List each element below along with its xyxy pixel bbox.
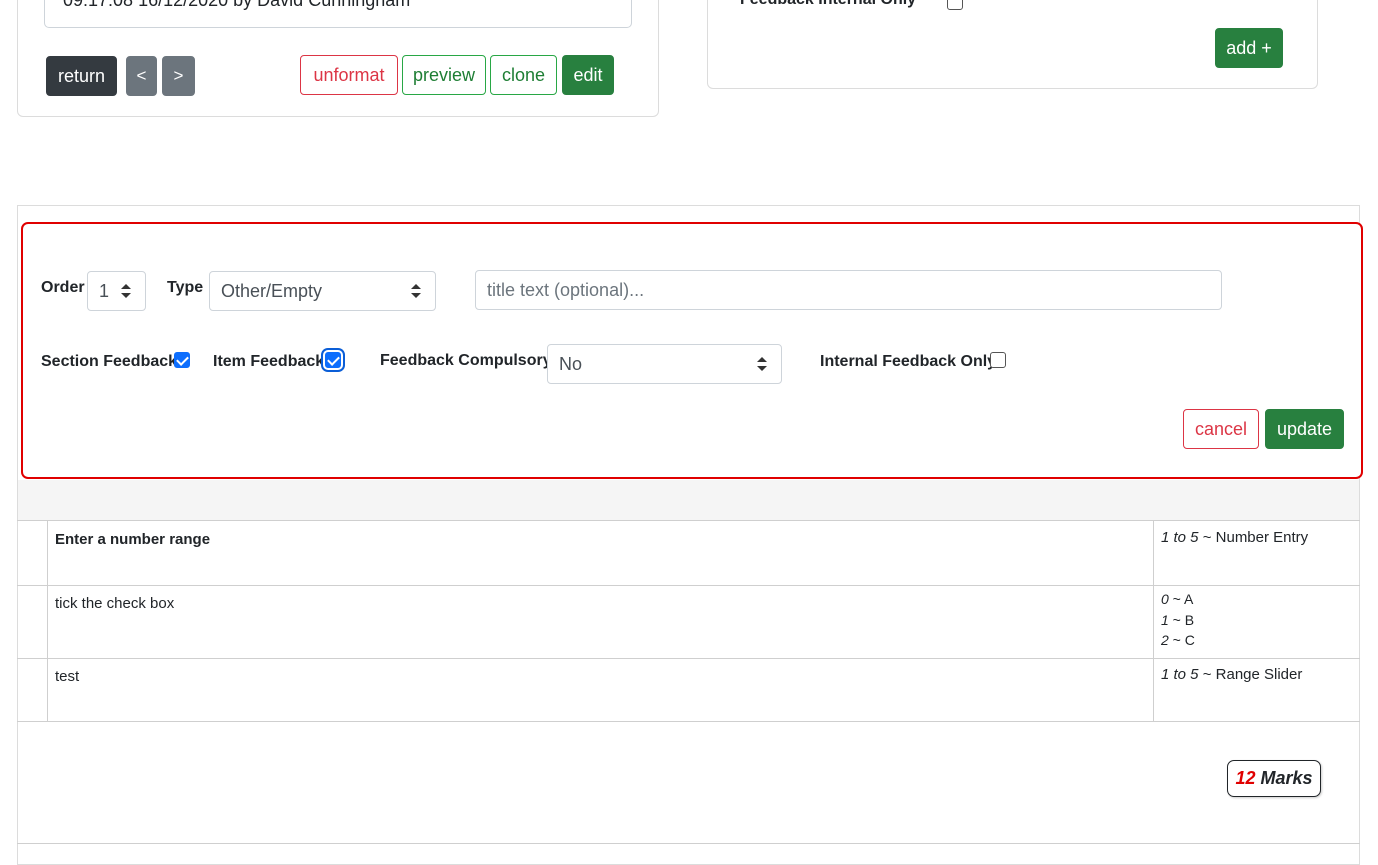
clone-button[interactable]: clone [490, 55, 557, 95]
option-value: 2 [1161, 632, 1169, 648]
item-feedback-label: Item Feedback [213, 353, 325, 370]
return-button[interactable]: return [46, 56, 117, 96]
table-column-divider [47, 520, 48, 722]
option-label: A [1183, 591, 1194, 607]
type-select-value: Other/Empty [221, 280, 323, 301]
option-label: C [1184, 632, 1195, 648]
marks-label: Marks [1260, 768, 1313, 788]
option-separator: ~ [1168, 632, 1185, 648]
order-select-value: 1 [99, 280, 110, 301]
option-line: 0 ~ A [1161, 589, 1195, 610]
section-feedback-checkbox[interactable] [174, 352, 190, 368]
internal-feedback-only-label: Internal Feedback Only [820, 353, 997, 370]
table-divider [17, 843, 1360, 844]
answer-separator: ~ [1198, 529, 1216, 546]
previous-button[interactable]: < [126, 56, 157, 96]
table-divider [17, 721, 1360, 722]
select-arrows-icon [411, 284, 421, 298]
edit-button[interactable]: edit [562, 55, 614, 95]
type-label: Type [167, 279, 204, 296]
answer-range: 1 to 5 [1161, 529, 1199, 546]
add-button[interactable]: add + [1215, 28, 1283, 68]
answer-range: 1 to 5 [1161, 666, 1199, 683]
option-line: 1 ~ B [1161, 610, 1195, 631]
option-value: 0 [1161, 591, 1169, 607]
item-answer: 1 to 5 ~ Range Slider [1161, 666, 1302, 683]
update-button[interactable]: update [1265, 409, 1344, 449]
table-divider [17, 520, 1360, 521]
table-divider [17, 585, 1360, 586]
cancel-button[interactable]: cancel [1183, 409, 1259, 449]
item-feedback-checkbox[interactable] [325, 352, 341, 368]
item-question: Enter a number range [55, 531, 211, 548]
feedback-internal-only-checkbox[interactable] [947, 0, 963, 10]
marks-number: 12 [1235, 768, 1256, 788]
modified-timestamp-text: 09:17:08 16/12/2020 by David Cunningham [63, 0, 411, 10]
answer-separator: ~ [1198, 666, 1216, 683]
option-value: 1 [1161, 611, 1169, 628]
option-separator: ~ [1168, 611, 1185, 628]
item-options: 0 ~ A 1 ~ B 2 ~ C [1161, 589, 1195, 651]
order-label: Order [41, 279, 85, 296]
internal-feedback-only-checkbox[interactable] [990, 352, 1006, 368]
answer-type: Number Entry [1215, 529, 1309, 546]
select-arrows-icon [121, 284, 131, 298]
item-question: tick the check box [55, 595, 175, 612]
modified-timestamp-field: 09:17:08 16/12/2020 by David Cunningham [44, 0, 632, 28]
feedback-internal-only-label: Feedback Internal Only [740, 0, 916, 10]
title-text-input[interactable] [475, 270, 1222, 310]
option-separator: ~ [1168, 591, 1184, 607]
table-column-divider [1153, 520, 1154, 722]
unformat-button[interactable]: unformat [300, 55, 398, 95]
select-arrows-icon [757, 357, 767, 371]
preview-button[interactable]: preview [402, 55, 486, 95]
item-question: test [55, 668, 80, 685]
section-header-strip [18, 480, 1359, 521]
section-feedback-label: Section Feedback [41, 353, 178, 370]
feedback-compulsory-select[interactable]: No [547, 344, 782, 384]
item-answer: 1 to 5 ~ Number Entry [1161, 529, 1308, 546]
marks-badge: 12 Marks [1227, 760, 1321, 797]
answer-type: Range Slider [1215, 666, 1303, 683]
next-button[interactable]: > [162, 56, 195, 96]
option-label: B [1184, 611, 1195, 628]
type-select[interactable]: Other/Empty [209, 271, 436, 311]
option-line: 2 ~ C [1161, 630, 1195, 651]
feedback-compulsory-value: No [559, 353, 583, 374]
order-select[interactable]: 1 [87, 271, 146, 311]
feedback-compulsory-label: Feedback Compulsory [380, 352, 552, 369]
table-divider [17, 658, 1360, 659]
